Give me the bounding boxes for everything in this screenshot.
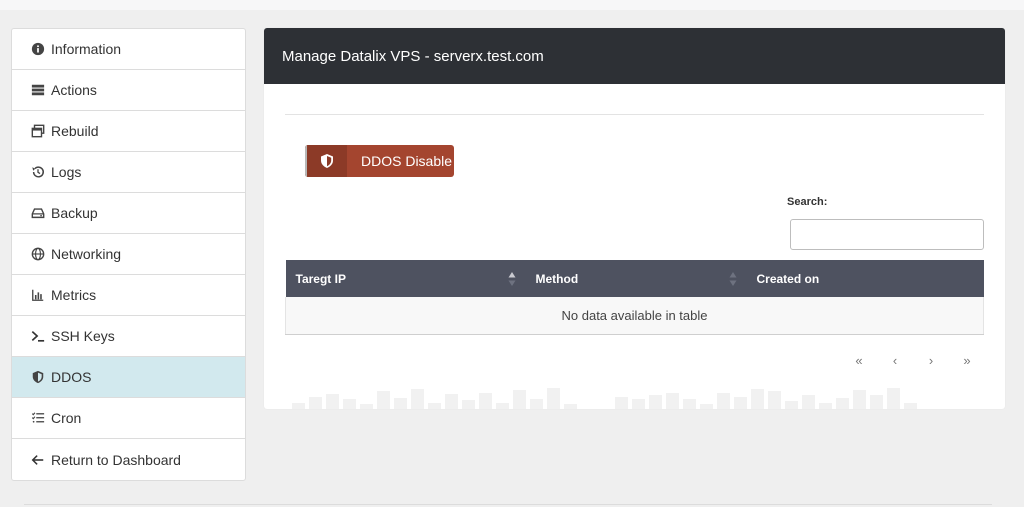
decorative-bar bbox=[751, 389, 764, 409]
sidebar-item-ddos[interactable]: DDOS bbox=[12, 357, 245, 398]
sidebar-item-information[interactable]: Information bbox=[12, 29, 245, 70]
decorative-bar bbox=[513, 390, 526, 409]
decorative-bar bbox=[700, 404, 713, 409]
sidebar-item-actions[interactable]: Actions bbox=[12, 70, 245, 111]
globe-icon bbox=[31, 247, 45, 261]
sidebar-item-label: SSH Keys bbox=[51, 328, 115, 344]
info-circle-icon bbox=[31, 42, 45, 56]
sidebar-item-ssh-keys[interactable]: SSH Keys bbox=[12, 316, 245, 357]
decorative-bar bbox=[853, 390, 866, 409]
decorative-bar bbox=[343, 399, 356, 409]
server-icon bbox=[31, 83, 45, 97]
decorative-bar bbox=[479, 393, 492, 409]
terminal-icon bbox=[31, 329, 45, 343]
arrow-left-icon bbox=[31, 453, 45, 467]
decorative-bar bbox=[870, 395, 883, 409]
ddos-disable-button[interactable]: DDOS Disable bbox=[305, 145, 454, 177]
decorative-bar bbox=[445, 394, 458, 409]
decorative-bar bbox=[632, 399, 645, 409]
decorative-bar bbox=[428, 403, 441, 409]
footer-divider bbox=[24, 504, 992, 505]
pagination-last[interactable]: » bbox=[962, 353, 972, 368]
decorative-bar bbox=[360, 404, 373, 409]
decorative-bar bbox=[683, 399, 696, 409]
sidebar-item-label: Networking bbox=[51, 246, 122, 262]
decorative-bar bbox=[819, 403, 832, 409]
decorative-bar bbox=[462, 400, 475, 409]
decorative-bar bbox=[734, 397, 747, 409]
decorative-bar bbox=[649, 395, 662, 409]
decorative-bar bbox=[377, 391, 390, 409]
sidebar-item-return-to-dashboard[interactable]: Return to Dashboard bbox=[12, 439, 245, 480]
decorative-bar bbox=[615, 397, 628, 409]
sidebar-item-rebuild[interactable]: Rebuild bbox=[12, 111, 245, 152]
decorative-bar bbox=[564, 404, 577, 409]
decorative-bar bbox=[309, 397, 322, 409]
sidebar-item-label: Logs bbox=[51, 164, 82, 180]
decorative-bar bbox=[666, 393, 679, 409]
search-label: Search: bbox=[787, 196, 828, 208]
sidebar-item-backup[interactable]: Backup bbox=[12, 193, 245, 234]
decorative-bar bbox=[530, 399, 543, 409]
sidebar-item-logs[interactable]: Logs bbox=[12, 152, 245, 193]
pagination-first[interactable]: « bbox=[854, 353, 864, 368]
table-header-row: Taregt IP Method Created on bbox=[285, 260, 984, 297]
sidebar-item-label: Information bbox=[51, 41, 122, 57]
chart-icon bbox=[31, 288, 45, 302]
column-header-created-on[interactable]: Created on bbox=[746, 260, 984, 297]
sidebar-item-label: DDOS bbox=[51, 369, 92, 385]
sidebar-item-label: Cron bbox=[51, 410, 82, 426]
sidebar-item-metrics[interactable]: Metrics bbox=[12, 275, 245, 316]
manage-vps-panel: Manage Datalix VPS - serverx.test.com DD… bbox=[264, 28, 1005, 409]
search-input[interactable] bbox=[790, 219, 984, 250]
decorative-bar bbox=[326, 394, 339, 409]
sidebar-item-cron[interactable]: Cron bbox=[12, 398, 245, 439]
pagination-previous[interactable]: ‹ bbox=[890, 353, 900, 368]
column-header-target-ip[interactable]: Taregt IP bbox=[285, 260, 526, 297]
sidebar-item-label: Backup bbox=[51, 205, 98, 221]
history-icon bbox=[31, 165, 45, 179]
table-row: No data available in table bbox=[285, 297, 984, 335]
empty-table-message: No data available in table bbox=[285, 297, 984, 335]
decorative-bar bbox=[785, 401, 798, 409]
decorative-bars bbox=[292, 386, 917, 409]
decorative-bar bbox=[547, 388, 560, 409]
decorative-bar bbox=[411, 389, 424, 409]
shield-icon bbox=[31, 370, 45, 384]
sidebar-item-label: Rebuild bbox=[51, 123, 99, 139]
pagination-next[interactable]: › bbox=[926, 353, 936, 368]
decorative-bar bbox=[496, 403, 509, 409]
shield-icon bbox=[305, 145, 347, 177]
sort-icon bbox=[729, 272, 736, 286]
decorative-bar bbox=[887, 388, 900, 409]
top-bar bbox=[0, 0, 1024, 10]
decorative-bar bbox=[904, 403, 917, 409]
column-header-method[interactable]: Method bbox=[525, 260, 747, 297]
decorative-bar bbox=[768, 391, 781, 409]
windows-icon bbox=[31, 124, 45, 138]
hdd-icon bbox=[31, 206, 45, 220]
decorative-bar bbox=[292, 403, 305, 409]
ddos-disable-label: DDOS Disable bbox=[361, 153, 453, 169]
divider bbox=[285, 114, 984, 115]
decorative-bar bbox=[836, 398, 849, 409]
pagination: « ‹ › » bbox=[854, 353, 972, 368]
sidebar-item-networking[interactable]: Networking bbox=[12, 234, 245, 275]
sidebar-item-label: Return to Dashboard bbox=[51, 451, 181, 468]
sidebar-item-label: Metrics bbox=[51, 287, 97, 303]
panel-header: Manage Datalix VPS - serverx.test.com bbox=[264, 28, 1005, 84]
sidebar-item-label: Actions bbox=[51, 82, 97, 98]
task-list-icon bbox=[31, 411, 45, 425]
decorative-bar bbox=[717, 393, 730, 409]
page-title: Manage Datalix VPS - serverx.test.com bbox=[282, 47, 544, 65]
ddos-table: Taregt IP Method Created on No data avai… bbox=[285, 260, 984, 335]
sort-icon bbox=[508, 272, 515, 286]
decorative-bar bbox=[394, 398, 407, 409]
sidebar: Information Actions Rebuild Logs Backup … bbox=[11, 28, 246, 481]
decorative-bar bbox=[802, 395, 815, 409]
